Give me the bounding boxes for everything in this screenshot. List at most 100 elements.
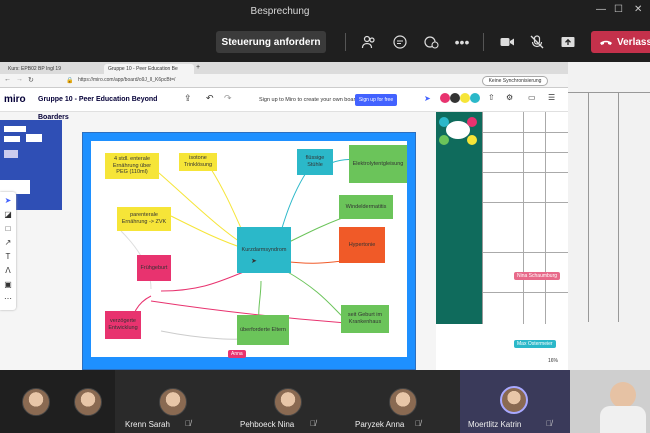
teams-toolbar: Besprechung — ☐ ✕ Steuerung anfordern ••… — [0, 0, 650, 62]
camera-icon[interactable] — [496, 31, 518, 53]
mic-off-icon[interactable] — [526, 31, 548, 53]
avatar — [610, 382, 636, 408]
sticky-note[interactable]: parenterale Ernährung -> ZVK — [117, 207, 171, 231]
mouse-pointer-icon: ➤ — [251, 258, 257, 265]
select-tool-icon[interactable]: ➤ — [3, 196, 13, 206]
mic-off-icon: 🎙̸ — [546, 419, 552, 428]
board-title[interactable]: Gruppe 10 - Peer Education Beyond Boarde… — [34, 91, 182, 121]
mic-off-icon: 🎙̸ — [415, 419, 421, 428]
sticky-note[interactable]: seit Geburt im Krankenhaus — [341, 305, 389, 333]
text-tool-icon[interactable]: T — [3, 252, 13, 262]
pen-tool-icon[interactable]: ᐱ — [3, 266, 13, 276]
miro-logo: miro — [4, 94, 26, 105]
address-input[interactable]: https://miro.com/app/board/o9J_lI_K6pcBt… — [78, 77, 175, 83]
participant-tile[interactable]: Paryzek Anna 🎙̸ — [345, 370, 460, 433]
self-video[interactable] — [570, 370, 650, 433]
miro-toolbar: ➤ ◪ □ ↗ T ᐱ ▣ ⋯ — [0, 192, 16, 310]
back-icon[interactable]: ← — [4, 76, 11, 83]
zoom-level[interactable]: 16% — [548, 358, 558, 364]
sticky-note[interactable]: 4 stdl. enterale Ernährung über PEG (110… — [105, 153, 159, 179]
document-page — [568, 62, 650, 370]
participant-tile[interactable]: Krenn Sarah 🎙̸ — [115, 370, 230, 433]
mic-off-icon: 🎙̸ — [185, 419, 191, 428]
comment-tool-icon[interactable]: ▣ — [3, 280, 13, 290]
sticky-note[interactable]: überforderte Eltern — [237, 315, 289, 345]
sticky-note[interactable]: verzögerte Entwicklung — [105, 311, 141, 339]
divider — [483, 33, 484, 51]
sticky-note[interactable]: flüssige Stühle — [297, 149, 333, 175]
miro-canvas[interactable]: miro Gruppe 10 - Peer Education Beyond B… — [0, 88, 569, 370]
participant-name: Paryzek Anna — [355, 420, 405, 429]
diagram-thumbnail — [439, 117, 477, 145]
leave-label: Verlass — [617, 36, 650, 48]
participant-name: Moertlitz Katrin — [468, 420, 522, 429]
meeting-title: Besprechung — [250, 6, 310, 17]
chat-icon[interactable] — [389, 31, 411, 53]
people-icon[interactable] — [358, 31, 380, 53]
avatar — [450, 93, 460, 103]
cursor-tag: Nina Schaumburg — [514, 272, 561, 280]
share-board-icon[interactable]: ⇧ — [488, 93, 495, 102]
cursor-tag: Anna — [228, 350, 246, 358]
undo-icon[interactable]: ↶ — [206, 93, 214, 104]
sticky-note[interactable]: Windeldermatitis — [339, 195, 393, 219]
participant-name: Pehboeck Nina — [240, 420, 295, 429]
document-table — [482, 112, 569, 324]
browser-tabbar: Kurs: EPB02 BP Ingl 19 Gruppe 10 - Peer … — [0, 62, 568, 74]
minimize-icon[interactable]: — — [596, 4, 606, 15]
avatar — [22, 388, 50, 416]
browser-addressbar: ← → ↻ 🔒 https://miro.com/app/board/o9J_l… — [0, 74, 568, 88]
lock-icon: 🔒 — [66, 78, 74, 84]
sticky-note-tool-icon[interactable]: ◪ — [3, 210, 13, 220]
sticky-note[interactable]: isotone Trinklösung — [179, 153, 217, 171]
tab-label: Gruppe 10 - Peer Education Be — [108, 66, 178, 72]
participant-tile[interactable]: Pehboeck Nina 🎙̸ — [230, 370, 345, 433]
mic-off-icon: 🎙̸ — [310, 419, 316, 428]
participant-name: Krenn Sarah — [125, 420, 170, 429]
connector-tool-icon[interactable]: ↗ — [3, 238, 13, 248]
new-tab-button[interactable]: + — [196, 64, 206, 74]
participants-strip: Krenn Sarah 🎙̸ Pehboeck Nina 🎙̸ Paryzek … — [0, 370, 650, 433]
signup-button[interactable]: Sign up for free — [355, 94, 397, 106]
more-icon[interactable]: ••• — [451, 31, 473, 53]
sticky-note[interactable]: Kurzdarmsyndrom — [237, 227, 291, 273]
reload-icon[interactable]: ↻ — [28, 76, 34, 84]
avatar — [500, 386, 528, 414]
maximize-icon[interactable]: ☐ — [614, 4, 623, 15]
settings-icon[interactable]: ⚙ — [506, 93, 513, 102]
comment-icon[interactable]: ▭ — [528, 93, 536, 102]
more-tools-icon[interactable]: ⋯ — [3, 294, 13, 304]
divider — [345, 33, 346, 51]
tab-label: Kurs: EPB02 BP Ingl 19 — [8, 66, 61, 72]
browser-tab[interactable]: Kurs: EPB02 BP Ingl 19 — [4, 64, 102, 74]
participant-tile[interactable] — [0, 370, 115, 433]
avatar — [470, 93, 480, 103]
browser-tab-active[interactable]: Gruppe 10 - Peer Education Be — [104, 64, 194, 74]
request-control-button[interactable]: Steuerung anfordern — [216, 31, 326, 53]
share-icon[interactable] — [557, 31, 579, 53]
board-frame[interactable]: 4 stdl. enterale Ernährung über PEG (110… — [82, 132, 416, 370]
sticky-note[interactable]: Frühgeburt — [137, 255, 171, 281]
leave-button[interactable]: Verlass — [591, 31, 650, 53]
participant-tile-active[interactable]: Moertlitz Katrin 🎙̸ — [460, 370, 570, 433]
phone-hangup-icon — [600, 40, 612, 45]
shape-tool-icon[interactable]: □ — [3, 224, 13, 234]
upload-icon[interactable]: ⇪ — [184, 93, 192, 104]
signup-text: Sign up to Miro to create your own board… — [259, 97, 363, 103]
avatar — [74, 388, 102, 416]
reactions-icon[interactable] — [420, 31, 442, 53]
miro-header: miro Gruppe 10 - Peer Education Beyond B… — [0, 88, 568, 121]
avatar — [440, 93, 450, 103]
redo-icon[interactable]: ↷ — [224, 93, 232, 104]
avatar — [159, 388, 187, 416]
sync-button[interactable]: Keine Synchronisierung — [482, 76, 548, 86]
green-frame — [436, 112, 482, 324]
sticky-note[interactable]: Hypertonie — [339, 227, 385, 263]
close-icon[interactable]: ✕ — [634, 4, 642, 15]
cursor-icon[interactable]: ➤ — [424, 94, 431, 103]
sticky-note[interactable]: Elektrolytentgleisung — [349, 145, 407, 183]
menu-icon[interactable]: ☰ — [548, 93, 555, 102]
forward-icon[interactable]: → — [16, 76, 23, 83]
shared-screen: Kurs: EPB02 BP Ingl 19 Gruppe 10 - Peer … — [0, 62, 650, 370]
board-content: 4 stdl. enterale Ernährung über PEG (110… — [91, 141, 407, 357]
